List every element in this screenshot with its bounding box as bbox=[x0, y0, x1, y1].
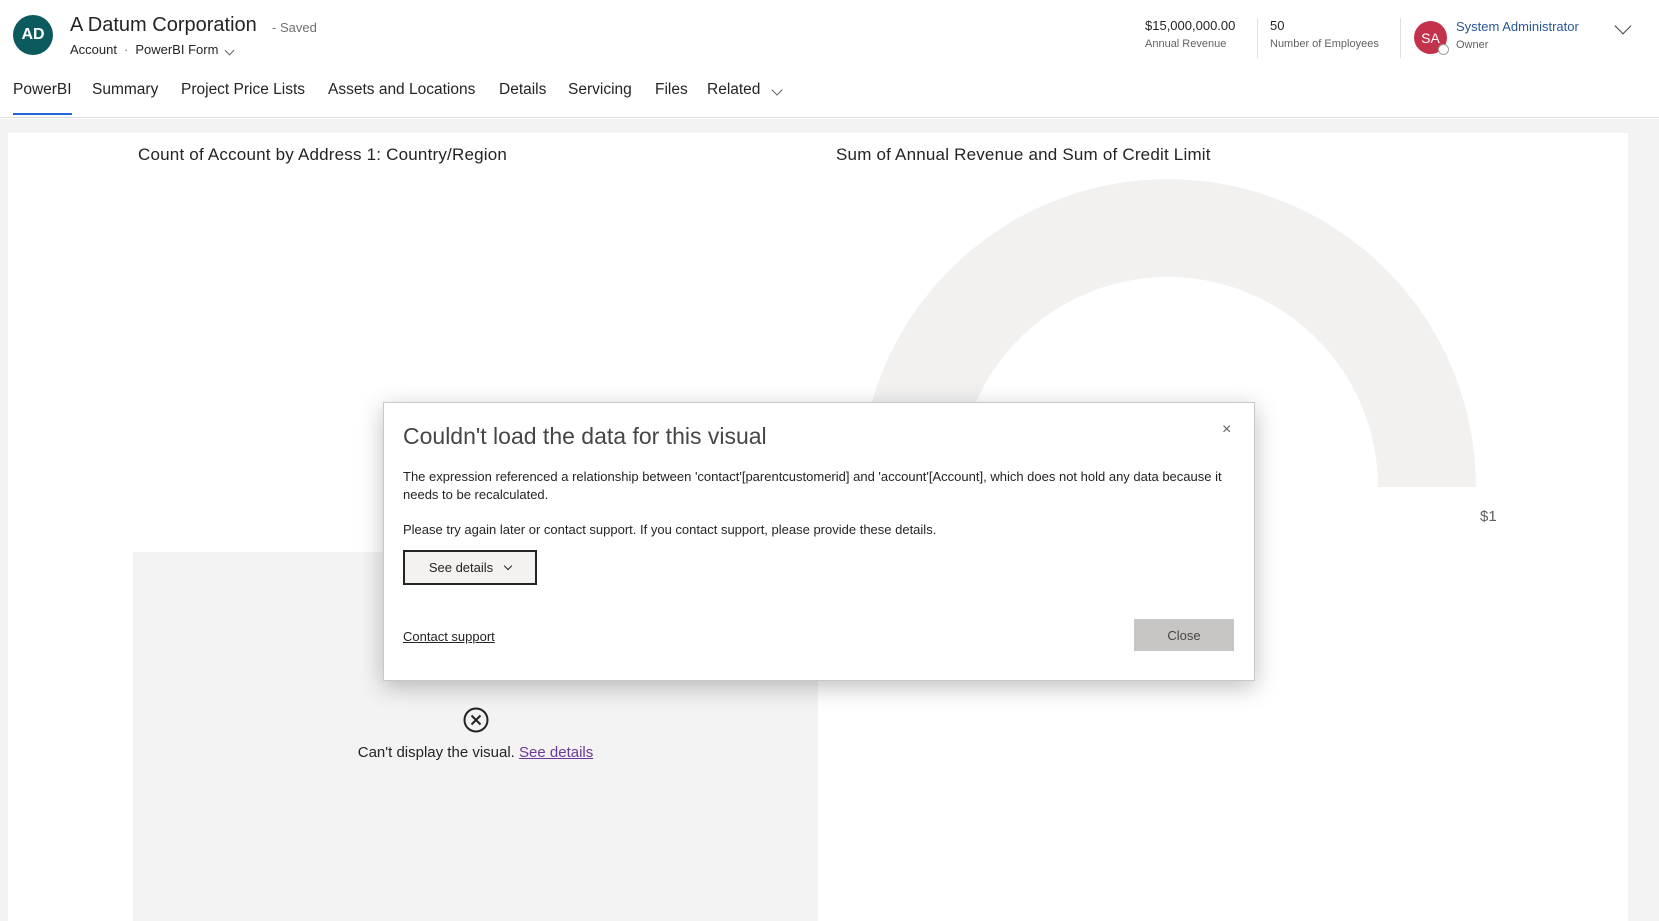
error-visual-message: Can't display the visual. See details bbox=[133, 744, 818, 761]
kpi-divider bbox=[1400, 18, 1401, 58]
form-name: PowerBI Form bbox=[135, 42, 219, 57]
form-tabs: PowerBI Summary Project Price Lists Asse… bbox=[0, 72, 1659, 118]
see-details-label: See details bbox=[428, 560, 494, 575]
presence-status-icon bbox=[1438, 44, 1449, 55]
close-icon[interactable]: × bbox=[1222, 421, 1231, 439]
error-visual-text: Can't display the visual. bbox=[357, 744, 515, 761]
error-see-details-link[interactable]: See details bbox=[519, 744, 593, 761]
tab-summary[interactable]: Summary bbox=[92, 81, 158, 109]
kpi-divider bbox=[1257, 18, 1258, 58]
error-dialog: Couldn't load the data for this visual ×… bbox=[383, 402, 1255, 681]
owner-label: Owner bbox=[1456, 39, 1489, 51]
tab-files[interactable]: Files bbox=[655, 81, 688, 109]
owner-name-link[interactable]: System Administrator bbox=[1456, 19, 1579, 34]
kpi-label: Annual Revenue bbox=[1145, 38, 1227, 50]
kpi-annual-revenue: $15,000,000.00 Annual Revenue bbox=[1145, 18, 1235, 50]
separator-dot: · bbox=[123, 42, 129, 57]
tab-powerbi[interactable]: PowerBI bbox=[13, 81, 72, 115]
record-avatar: AD bbox=[13, 15, 53, 55]
contact-support-link[interactable]: Contact support bbox=[403, 629, 495, 644]
tab-details[interactable]: Details bbox=[499, 81, 546, 109]
kpi-label: Number of Employees bbox=[1270, 38, 1379, 50]
chevron-down-icon bbox=[503, 561, 513, 571]
tab-related-label: Related bbox=[707, 81, 761, 98]
entity-line: Account · PowerBI Form bbox=[70, 42, 235, 57]
dialog-title: Couldn't load the data for this visual bbox=[403, 423, 767, 449]
record-header: AD A Datum Corporation - Saved Account ·… bbox=[0, 0, 1659, 72]
kpi-number-of-employees: 50 Number of Employees bbox=[1270, 18, 1379, 50]
form-selector[interactable]: PowerBI Form bbox=[135, 42, 235, 57]
dialog-message: The expression referenced a relationship… bbox=[403, 469, 1222, 502]
record-title: A Datum Corporation bbox=[70, 14, 257, 36]
kpi-value: $15,000,000.00 bbox=[1145, 18, 1236, 33]
expand-header-chevron-icon[interactable] bbox=[1614, 17, 1632, 35]
error-circle-x-icon bbox=[463, 707, 489, 733]
save-status: - Saved bbox=[272, 20, 317, 35]
dialog-support-message: Please try again later or contact suppor… bbox=[403, 522, 937, 537]
owner-initials: SA bbox=[1421, 29, 1440, 46]
owner-avatar[interactable]: SA bbox=[1414, 21, 1449, 55]
see-details-button[interactable]: See details bbox=[403, 550, 537, 585]
tab-assets-and-locations[interactable]: Assets and Locations bbox=[328, 81, 475, 109]
tab-related[interactable]: Related bbox=[707, 81, 783, 109]
tab-servicing[interactable]: Servicing bbox=[568, 81, 632, 109]
visual-title-country: Count of Account by Address 1: Country/R… bbox=[138, 145, 508, 164]
kpi-value: 50 bbox=[1270, 18, 1285, 33]
visual-title-revenue: Sum of Annual Revenue and Sum of Credit … bbox=[836, 145, 1211, 164]
chevron-down-icon bbox=[771, 84, 783, 96]
entity-name: Account bbox=[70, 42, 117, 57]
tab-project-price-lists[interactable]: Project Price Lists bbox=[181, 81, 305, 109]
gauge-max-label: $1 bbox=[1480, 508, 1497, 525]
close-button[interactable]: Close bbox=[1134, 619, 1234, 651]
chevron-down-icon bbox=[224, 45, 235, 56]
